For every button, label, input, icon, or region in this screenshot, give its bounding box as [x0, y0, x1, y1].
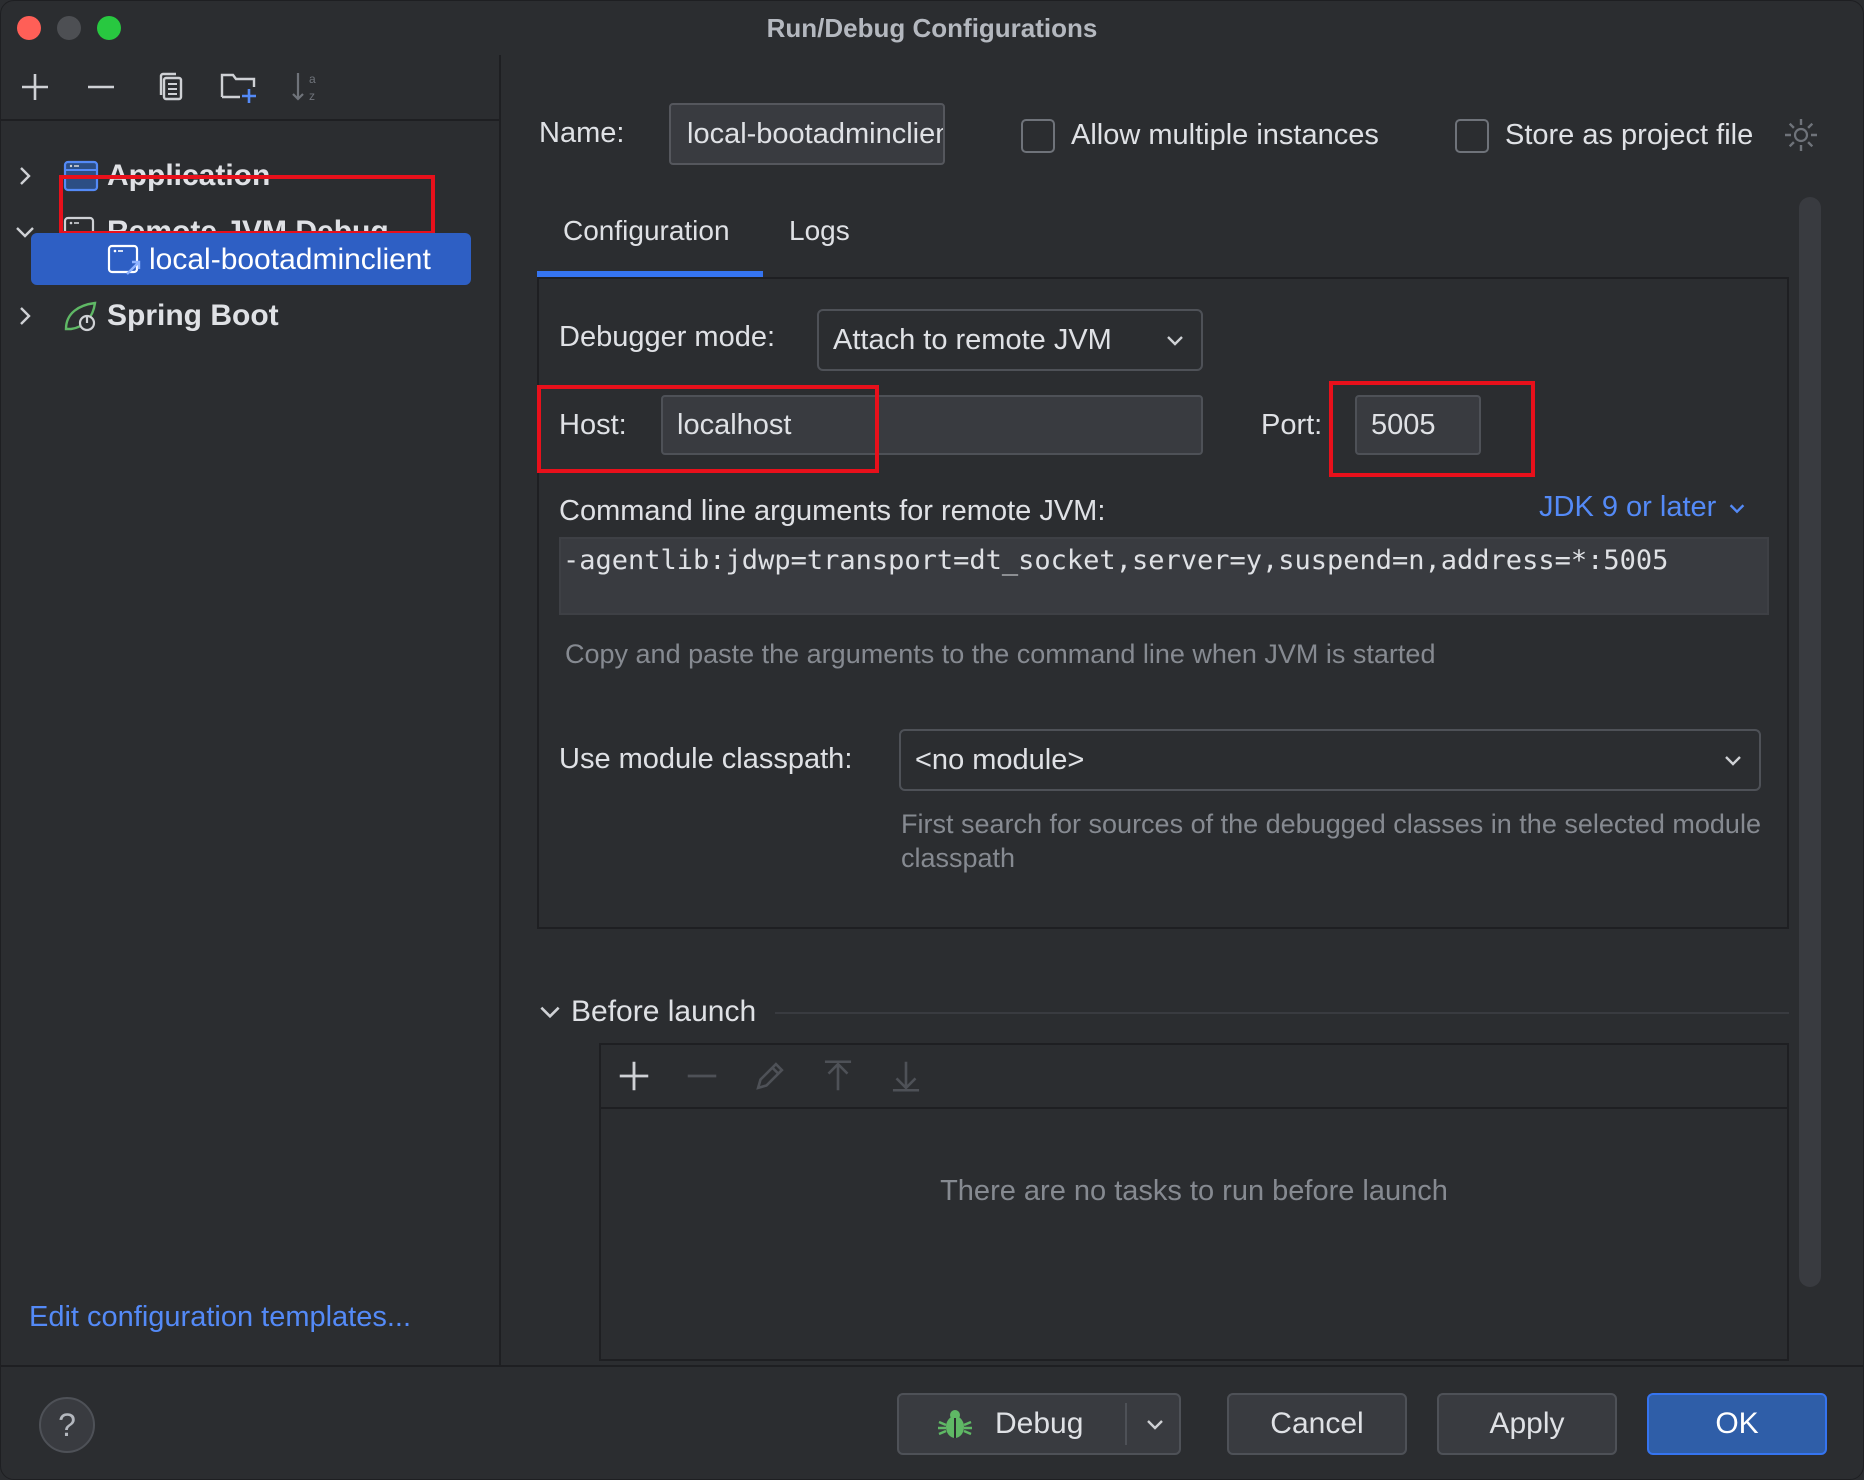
- tab-logs[interactable]: Logs: [789, 215, 850, 247]
- before-launch-empty-text: There are no tasks to run before launch: [940, 1175, 1448, 1207]
- chevron-down-icon: [1147, 1420, 1163, 1430]
- sidebar-item-local-bootadminclient[interactable]: local-bootadminclient: [1, 233, 501, 287]
- highlight-box-host: [537, 385, 879, 473]
- ok-button[interactable]: OK: [1647, 1393, 1827, 1455]
- before-launch-toolbar: [601, 1045, 1787, 1109]
- cancel-button[interactable]: Cancel: [1227, 1393, 1407, 1455]
- highlight-box-port: [1329, 381, 1535, 477]
- bug-icon: [938, 1410, 972, 1438]
- svg-text:z: z: [309, 89, 315, 103]
- collapse-before-launch-icon[interactable]: [537, 999, 565, 1027]
- sidebar-item-label: Spring Boot: [107, 299, 279, 332]
- debugger-mode-label: Debugger mode:: [559, 321, 776, 353]
- sidebar-item-spring-boot[interactable]: Spring Boot: [1, 289, 501, 343]
- cmd-args-textarea[interactable]: -agentlib:jdwp=transport=dt_socket,serve…: [559, 537, 1769, 615]
- chevron-down-icon: [1730, 503, 1745, 513]
- minimize-window-button[interactable]: [57, 16, 81, 40]
- before-launch-divider: [775, 1012, 1789, 1014]
- title-bar: Run/Debug Configurations: [1, 1, 1863, 55]
- move-up-icon: [819, 1057, 857, 1095]
- apply-button[interactable]: Apply: [1437, 1393, 1617, 1455]
- before-launch-label: Before launch: [571, 995, 757, 1028]
- edit-task-icon: [751, 1057, 789, 1095]
- name-field[interactable]: local-bootadminclient: [669, 103, 945, 165]
- remove-icon[interactable]: [81, 67, 121, 107]
- close-window-button[interactable]: [17, 16, 41, 40]
- chevron-down-icon: [1167, 336, 1183, 346]
- remote-debug-icon: [107, 244, 141, 275]
- zoom-window-button[interactable]: [97, 16, 121, 40]
- spring-boot-icon: [64, 301, 97, 332]
- run-debug-configurations-dialog: Run/Debug Configurations az Application …: [0, 0, 1864, 1480]
- debug-options-dropdown[interactable]: [1133, 1403, 1177, 1445]
- move-down-icon: [887, 1057, 925, 1095]
- module-classpath-label: Use module classpath:: [559, 743, 853, 775]
- name-label: Name:: [539, 117, 625, 149]
- new-folder-icon[interactable]: [219, 67, 259, 107]
- dialog-footer: ? Debug Cancel Apply OK: [1, 1365, 1863, 1479]
- jdk-version-dropdown[interactable]: JDK 9 or later: [1539, 491, 1748, 524]
- highlight-box-remote-jvm-debug: [59, 175, 435, 235]
- module-classpath-value: <no module>: [915, 743, 1085, 776]
- help-button[interactable]: ?: [39, 1397, 95, 1453]
- add-task-icon[interactable]: [615, 1057, 653, 1095]
- add-icon[interactable]: [15, 67, 55, 107]
- debugger-mode-dropdown[interactable]: Attach to remote JVM: [817, 309, 1203, 371]
- debug-button[interactable]: Debug: [897, 1393, 1181, 1455]
- configurations-sidebar: az Application Remote JVM Debug local-bo…: [1, 55, 501, 1365]
- split-divider: [1125, 1403, 1127, 1445]
- sidebar-item-label: local-bootadminclient: [149, 243, 431, 276]
- sidebar-toolbar: az: [1, 55, 499, 121]
- allow-multiple-instances-checkbox[interactable]: [1021, 119, 1055, 153]
- allow-multiple-instances-label: Allow multiple instances: [1071, 119, 1379, 151]
- module-classpath-hint: First search for sources of the debugged…: [901, 809, 1761, 873]
- module-classpath-dropdown[interactable]: <no module>: [899, 729, 1761, 791]
- jdk-version-label: JDK 9 or later: [1539, 491, 1717, 523]
- copy-icon[interactable]: [151, 67, 191, 107]
- remove-task-icon: [683, 1057, 721, 1095]
- scrollbar[interactable]: [1799, 197, 1821, 1287]
- debugger-mode-value: Attach to remote JVM: [833, 323, 1112, 356]
- before-launch-panel: There are no tasks to run before launch: [599, 1043, 1789, 1361]
- cmd-args-label: Command line arguments for remote JVM:: [559, 495, 1106, 527]
- svg-text:a: a: [309, 72, 316, 86]
- sort-alphabetically-icon[interactable]: az: [287, 67, 327, 107]
- debug-button-label: Debug: [995, 1407, 1084, 1440]
- port-label: Port:: [1261, 409, 1323, 441]
- chevron-down-icon: [1725, 756, 1741, 766]
- tab-configuration[interactable]: Configuration: [563, 215, 730, 247]
- cmd-args-hint: Copy and paste the arguments to the comm…: [565, 639, 1436, 669]
- store-as-project-file-label: Store as project file: [1505, 119, 1754, 151]
- window-title: Run/Debug Configurations: [766, 12, 1098, 43]
- edit-configuration-templates-link[interactable]: Edit configuration templates...: [29, 1301, 411, 1334]
- store-as-project-file-checkbox[interactable]: [1455, 119, 1489, 153]
- gear-icon[interactable]: [1781, 115, 1821, 155]
